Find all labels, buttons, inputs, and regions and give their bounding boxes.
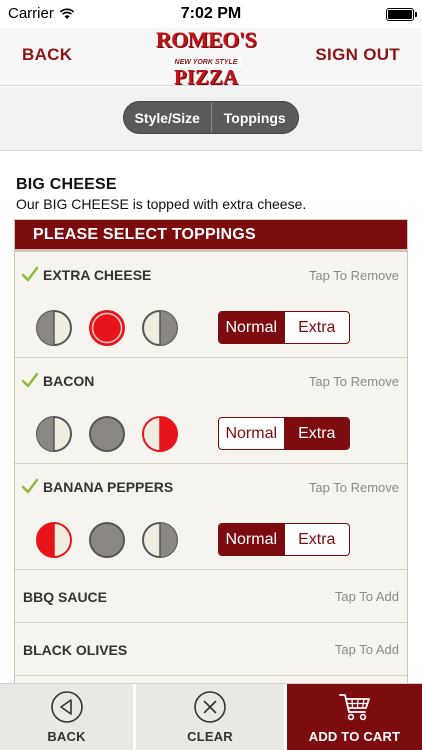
amount-extra-button[interactable]: Extra — [283, 312, 350, 343]
checkmark-icon — [21, 266, 39, 282]
close-icon — [194, 691, 226, 723]
logo-top-text: ROMEO'S — [155, 27, 257, 52]
battery-icon — [386, 8, 417, 21]
nav-bar: BACK ROMEO'S NEW YORK STYLE PIZZA SIGN O… — [0, 27, 422, 88]
segmented-control: Style/Size Toppings — [123, 101, 299, 134]
segment-bar: Style/Size Toppings — [0, 87, 422, 151]
right-half-portion-icon-selected[interactable] — [141, 415, 179, 453]
add-to-cart-button[interactable]: ADD TO CART — [287, 684, 422, 750]
amount-normal-button[interactable]: Normal — [219, 312, 284, 343]
amount-extra-button[interactable]: Extra — [283, 418, 349, 449]
panel-header: PLEASE SELECT TOPPINGS — [15, 220, 407, 252]
left-half-portion-icon-selected[interactable] — [35, 521, 73, 559]
portion-selector — [35, 521, 179, 559]
toppings-panel: PLEASE SELECT TOPPINGS EXTRA CHEESE Tap … — [14, 219, 408, 689]
checkmark-icon — [21, 478, 39, 494]
amount-toggle: Normal Extra — [218, 417, 350, 450]
amount-normal-button[interactable]: Normal — [219, 524, 284, 555]
toolbar-clear-button[interactable]: CLEAR — [136, 684, 287, 750]
romeos-logo: ROMEO'S NEW YORK STYLE PIZZA — [150, 27, 262, 88]
checkmark-icon — [21, 372, 39, 388]
topping-name: BACON — [43, 373, 95, 389]
whole-portion-icon[interactable] — [88, 521, 126, 559]
add-topping-button[interactable]: Tap To Add — [335, 642, 399, 657]
toolbar-back-label: BACK — [47, 729, 86, 744]
amount-normal-button[interactable]: Normal — [219, 418, 284, 449]
add-topping-button[interactable]: Tap To Add — [335, 589, 399, 604]
whole-portion-icon[interactable] — [88, 415, 126, 453]
amount-extra-button[interactable]: Extra — [283, 524, 350, 555]
portion-selector — [35, 415, 179, 453]
toolbar-back-button[interactable]: BACK — [0, 684, 136, 750]
topping-name: BANANA PEPPERS — [43, 479, 174, 495]
item-intro: BIG CHEESE Our BIG CHEESE is topped with… — [16, 176, 306, 212]
remove-topping-button[interactable]: Tap To Remove — [309, 374, 399, 389]
tab-toppings[interactable]: Toppings — [210, 102, 299, 133]
remove-topping-button[interactable]: Tap To Remove — [309, 268, 399, 283]
topping-row-black-olives[interactable]: BLACK OLIVES Tap To Add — [15, 623, 407, 676]
add-to-cart-label: ADD TO CART — [308, 729, 401, 744]
logo-bottom-text: PIZZA — [173, 65, 239, 89]
topping-name: BBQ SAUCE — [23, 589, 108, 605]
topping-name: EXTRA CHEESE — [43, 267, 152, 283]
right-half-portion-icon[interactable] — [141, 521, 179, 559]
topping-row-banana-peppers: BANANA PEPPERS Tap To Remove Normal Extr… — [15, 464, 407, 570]
item-description: Our BIG CHEESE is topped with extra chee… — [16, 196, 307, 212]
amount-toggle: Normal Extra — [218, 311, 350, 344]
right-half-portion-icon[interactable] — [141, 309, 179, 347]
nav-back-button[interactable]: BACK — [22, 45, 72, 65]
whole-portion-icon-selected[interactable] — [88, 309, 126, 347]
topping-row-bacon: BACON Tap To Remove Normal Extra — [15, 358, 407, 464]
portion-selector — [35, 309, 179, 347]
shopping-cart-icon — [338, 694, 370, 721]
left-half-portion-icon[interactable] — [35, 309, 73, 347]
topping-row-extra-cheese: EXTRA CHEESE Tap To Remove Normal Extra — [15, 252, 407, 358]
topping-row-bbq-sauce[interactable]: BBQ SAUCE Tap To Add — [15, 570, 407, 623]
left-half-portion-icon[interactable] — [35, 415, 73, 453]
back-arrow-icon — [50, 691, 83, 723]
tab-style-size[interactable]: Style/Size — [124, 102, 211, 133]
sign-out-button[interactable]: SIGN OUT — [315, 45, 400, 65]
toolbar-clear-label: CLEAR — [187, 729, 233, 744]
item-title: BIG CHEESE — [16, 176, 117, 193]
bottom-toolbar: BACK CLEAR ADD TO CART — [0, 683, 422, 750]
amount-toggle: Normal Extra — [218, 523, 350, 556]
remove-topping-button[interactable]: Tap To Remove — [309, 480, 399, 495]
status-bar: Carrier 7:02 PM — [0, 0, 422, 30]
topping-name: BLACK OLIVES — [23, 642, 128, 658]
status-time: 7:02 PM — [180, 5, 242, 22]
